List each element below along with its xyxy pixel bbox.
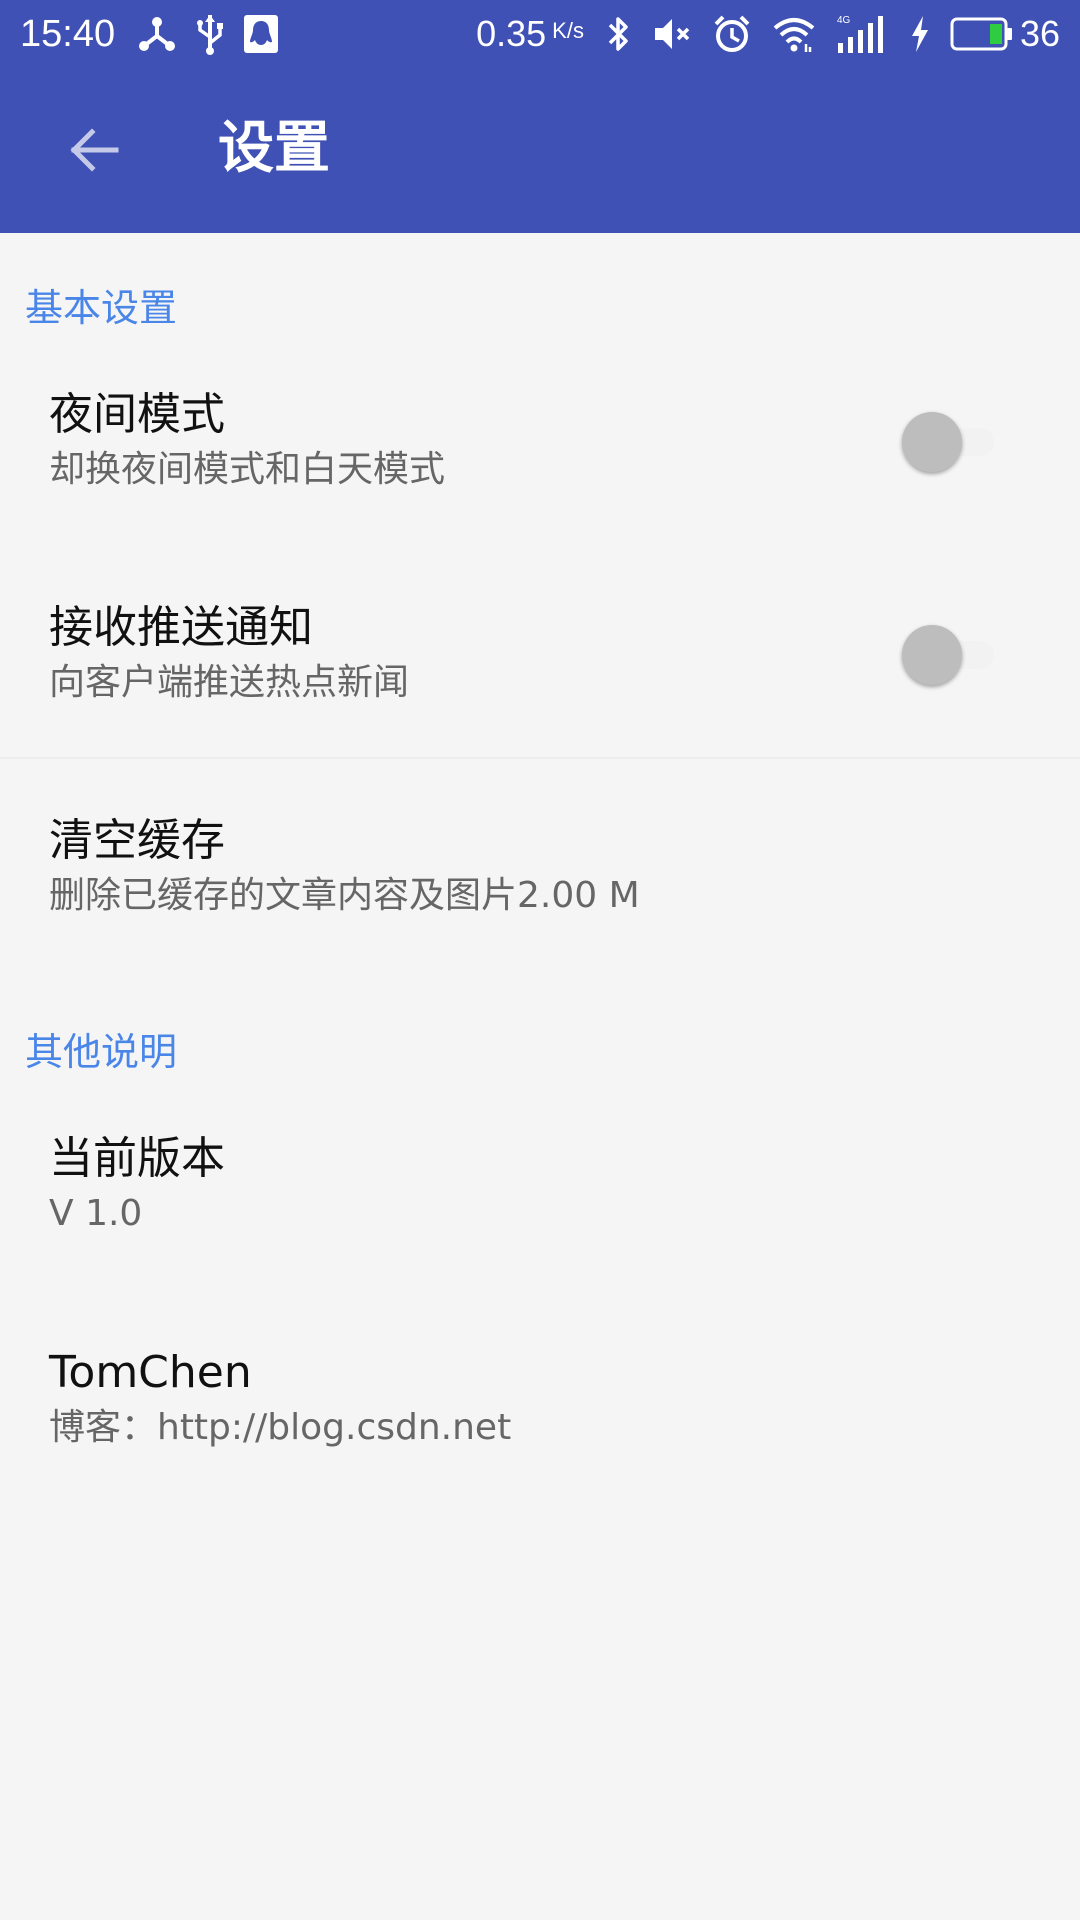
page-title: 设置: [218, 116, 330, 181]
wifi-icon: [772, 12, 816, 56]
pref-title: 清空缓存: [49, 815, 225, 866]
pref-summary: V 1.0: [49, 1193, 143, 1234]
night-mode-switch[interactable]: [902, 412, 994, 472]
bluetooth-icon: [604, 12, 632, 56]
pref-push-notification[interactable]: 接收推送通知 向客户端推送热点新闻: [0, 598, 1080, 810]
pref-author[interactable]: TomChen 博客：http://blog.csdn.net: [0, 1343, 1080, 1555]
usb-connection-icon: [137, 12, 177, 56]
pref-current-version[interactable]: 当前版本 V 1.0: [0, 1129, 1080, 1341]
arrow-back-icon: [70, 128, 119, 172]
toolbar: 设置: [0, 66, 1080, 233]
alarm-icon: [712, 12, 752, 56]
pref-night-mode[interactable]: 夜间模式 却换夜间模式和白天模式: [0, 385, 1080, 597]
status-bar: 15:40 0.35 K/s 4G 36: [0, 0, 1080, 66]
svg-text:4G: 4G: [837, 15, 851, 26]
pref-title: 夜间模式: [49, 389, 225, 440]
net-speed-value: 0.35: [476, 13, 547, 54]
pref-clear-cache[interactable]: 清空缓存 删除已缓存的文章内容及图片2.00 M: [0, 811, 1080, 1023]
net-speed-unit: K/s: [552, 18, 584, 43]
pref-summary: 向客户端推送热点新闻: [49, 662, 410, 703]
pref-title: TomChen: [49, 1347, 252, 1398]
status-time: 15:40: [20, 12, 116, 55]
battery-icon: [950, 12, 1014, 56]
category-other-info: 其他说明: [25, 1030, 178, 1074]
mute-icon: [652, 12, 692, 56]
switch-thumb: [902, 412, 962, 472]
app-bar: 15:40 0.35 K/s 4G 36 设置: [0, 0, 1080, 233]
usb-icon: [195, 12, 225, 56]
net-speed: 0.35 K/s: [476, 13, 584, 55]
pref-summary: 博客：http://blog.csdn.net: [49, 1407, 512, 1448]
pref-title: 接收推送通知: [49, 602, 313, 653]
signal-4g-icon: 4G: [836, 12, 890, 56]
settings-screen: 15:40 0.35 K/s 4G 36 设置 基本设置 夜间模式 却换夜间模式…: [0, 0, 1080, 1920]
battery-level: 36: [1019, 13, 1060, 54]
switch-thumb: [902, 625, 962, 685]
divider: [0, 757, 1080, 759]
pref-summary: 删除已缓存的文章内容及图片2.00 M: [49, 875, 640, 916]
pref-title: 当前版本: [49, 1133, 225, 1184]
back-button[interactable]: [44, 100, 144, 200]
push-notification-switch[interactable]: [902, 625, 994, 685]
charging-icon: [910, 12, 930, 56]
category-basic-settings: 基本设置: [25, 286, 178, 330]
qq-notification-icon: [243, 12, 279, 56]
pref-summary: 却换夜间模式和白天模式: [49, 449, 446, 490]
